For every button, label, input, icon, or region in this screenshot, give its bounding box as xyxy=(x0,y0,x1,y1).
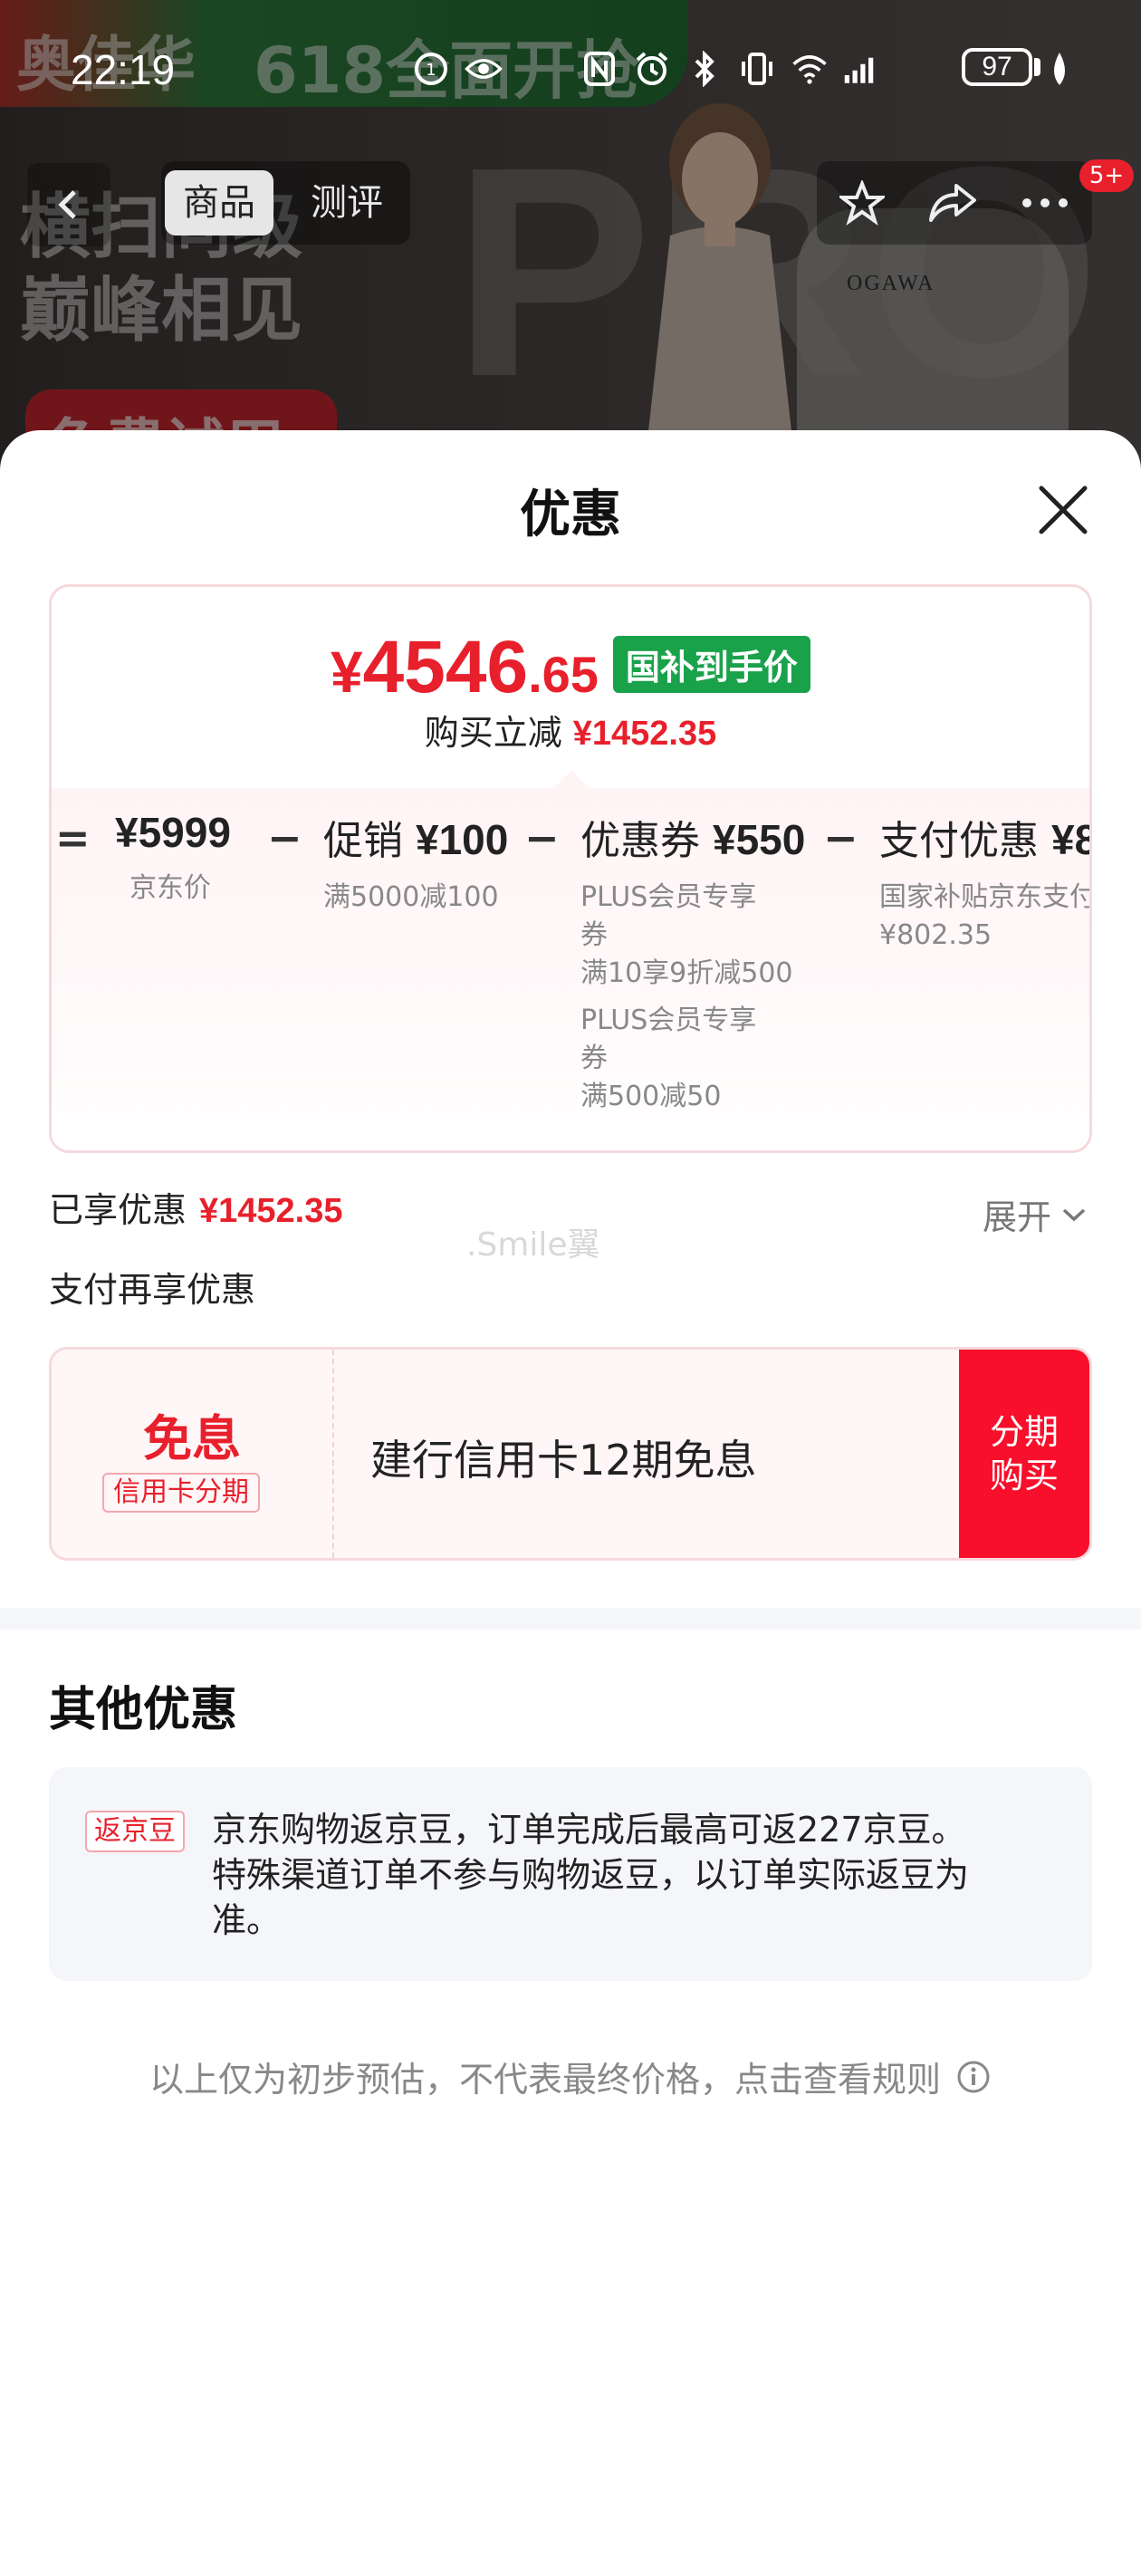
jd-bean-tag: 返京豆 xyxy=(85,1811,185,1852)
promotion-value: ¥100 xyxy=(416,816,509,863)
coupon-2-name: PLUS会员专享券 xyxy=(580,1004,757,1074)
coupon-1: PLUS会员专享券 满10享9折减500 xyxy=(580,879,793,993)
back-button[interactable] xyxy=(27,163,110,246)
rules-link[interactable]: 以上仅为初步预估，不代表最终价格，点击查看规则 xyxy=(0,2052,1141,2101)
subsidy-price-tag: 国补到手价 xyxy=(612,636,810,693)
nav-tabs: 商品 测评 xyxy=(161,161,410,245)
payment-discount-desc: 国家补贴京东支付 xyxy=(879,881,1092,913)
installment-badge: 免息 信用卡分期 xyxy=(52,1350,334,1558)
status-bar: 22:19 1 97 xyxy=(0,0,1141,136)
jd-price-item: ¥5999 京东价 xyxy=(115,808,231,908)
status-time: 22:19 xyxy=(71,46,176,93)
instant-discount-value: ¥1452.35 xyxy=(572,715,717,753)
payment-discount-amount: ¥802.35 xyxy=(879,919,992,951)
payment-discount-value: ¥802.35 xyxy=(1051,816,1089,863)
price-integer: 4546 xyxy=(362,626,529,708)
promotion-label: 促销 xyxy=(323,818,403,864)
sheet-title: 优惠 xyxy=(520,485,621,544)
price-yen: ¥ xyxy=(331,639,363,705)
battery-indicator: 97 xyxy=(962,48,1032,86)
expand-button[interactable]: 展开 xyxy=(983,1189,1088,1239)
interest-free-label: 免息 xyxy=(143,1410,241,1467)
nav-actions xyxy=(817,161,1092,245)
enjoyed-value: ¥1452.35 xyxy=(199,1192,343,1230)
coupon-value: ¥550 xyxy=(713,816,806,863)
minus-sign: − xyxy=(524,813,560,862)
favorite-button[interactable] xyxy=(833,174,891,232)
nfc-icon xyxy=(580,50,618,88)
message-badge: 5+ xyxy=(1079,159,1134,192)
payment-discount-label: 支付优惠 xyxy=(879,818,1039,864)
installment-buy-button[interactable]: 分期 购买 xyxy=(959,1350,1089,1558)
alarm-icon xyxy=(633,50,671,88)
instant-discount-label: 购买立减 xyxy=(424,713,562,753)
jd-bean-text: 京东购物返京豆，订单完成后最高可返227京豆。特殊渠道订单不参与购物返豆，以订单… xyxy=(212,1810,970,1940)
price-breakdown[interactable]: = ¥5999 京东价 − 促销 ¥100 满5000减100 − 优惠券 ¥5… xyxy=(52,770,1092,1150)
leaf-icon xyxy=(1047,51,1072,91)
credit-card-installment-tag: 信用卡分期 xyxy=(102,1473,260,1513)
chevron-left-icon xyxy=(58,190,76,219)
ear-icon: 1 xyxy=(412,50,450,88)
coupon-item: 优惠券 ¥550 PLUS会员专享券 满10享9折减500 PLUS会员专享券 … xyxy=(580,808,805,1116)
final-price: ¥ 4546 .65 国补到手价 xyxy=(52,625,1089,710)
installment-buy-line-2: 购买 xyxy=(989,1456,1059,1495)
more-button[interactable] xyxy=(1016,174,1074,232)
breakdown-notch xyxy=(553,770,590,806)
installment-buy-line-1: 分期 xyxy=(989,1412,1059,1452)
star-icon xyxy=(839,180,885,226)
promotion-item: 促销 ¥100 满5000减100 xyxy=(323,808,508,917)
jd-price-label: 京东价 xyxy=(129,872,211,904)
svg-text:1: 1 xyxy=(426,61,436,80)
payment-discount-item: 支付优惠 ¥802.35 国家补贴京东支付 ¥802.35 xyxy=(879,808,1092,955)
tab-product[interactable]: 商品 xyxy=(165,170,273,235)
instant-discount: 购买立减 ¥1452.35 xyxy=(52,705,1089,755)
status-icons: 1 xyxy=(412,50,881,88)
watermark: .Smile翼 xyxy=(466,1226,600,1264)
share-button[interactable] xyxy=(924,174,982,232)
chevron-down-icon xyxy=(1062,1208,1086,1221)
more-icon xyxy=(1022,198,1068,207)
tab-review[interactable]: 测评 xyxy=(292,170,401,235)
coupon-2: PLUS会员专享券 满500减50 xyxy=(580,1002,780,1116)
coupon-1-rule: 满10享9折减500 xyxy=(580,957,793,989)
other-offers-title: 其他优惠 xyxy=(49,1683,238,1737)
minus-sign: − xyxy=(267,813,302,862)
price-card: ¥ 4546 .65 国补到手价 购买立减 ¥1452.35 = ¥5999 京东… xyxy=(49,584,1092,1153)
wifi-icon xyxy=(791,50,829,88)
close-icon[interactable] xyxy=(1031,477,1096,543)
eye-icon xyxy=(465,50,503,88)
equals-sign: = xyxy=(55,813,91,862)
jd-price-value: ¥5999 xyxy=(115,809,231,856)
signal-icon xyxy=(843,50,881,88)
jd-bean-card: 返京豆 京东购物返京豆，订单完成后最高可返227京豆。特殊渠道订单不参与购物返豆… xyxy=(49,1767,1092,1981)
promotion-rule: 满5000减100 xyxy=(323,881,499,913)
installment-offer-card[interactable]: 免息 信用卡分期 建行信用卡12期免息 分期购买 xyxy=(49,1347,1092,1561)
coupon-2-rule: 满500减50 xyxy=(580,1081,722,1112)
minus-sign: − xyxy=(823,813,858,862)
bluetooth-icon xyxy=(686,50,724,88)
installment-offer-text: 建行信用卡12期免息 xyxy=(370,1436,757,1485)
price-decimal: .65 xyxy=(528,646,599,703)
battery-cap xyxy=(1034,58,1040,76)
coupon-label: 优惠券 xyxy=(580,818,700,864)
section-divider xyxy=(0,1608,1141,1629)
enjoyed-discount: 已享优惠 ¥1452.35 xyxy=(49,1182,343,1232)
footnote-text: 以上仅为初步预估，不代表最终价格，点击查看规则 xyxy=(149,2060,941,2100)
expand-label: 展开 xyxy=(983,1197,1052,1237)
info-icon xyxy=(957,2061,990,2092)
vibrate-icon xyxy=(738,50,776,88)
pay-more-label: 支付再享优惠 xyxy=(49,1270,256,1310)
share-icon xyxy=(929,184,976,222)
enjoyed-label: 已享优惠 xyxy=(49,1190,187,1230)
coupon-1-name: PLUS会员专享券 xyxy=(580,881,757,951)
discount-sheet: 优惠 ¥ 4546 .65 国补到手价 购买立减 ¥1452.35 = ¥5999… xyxy=(0,430,1141,2576)
